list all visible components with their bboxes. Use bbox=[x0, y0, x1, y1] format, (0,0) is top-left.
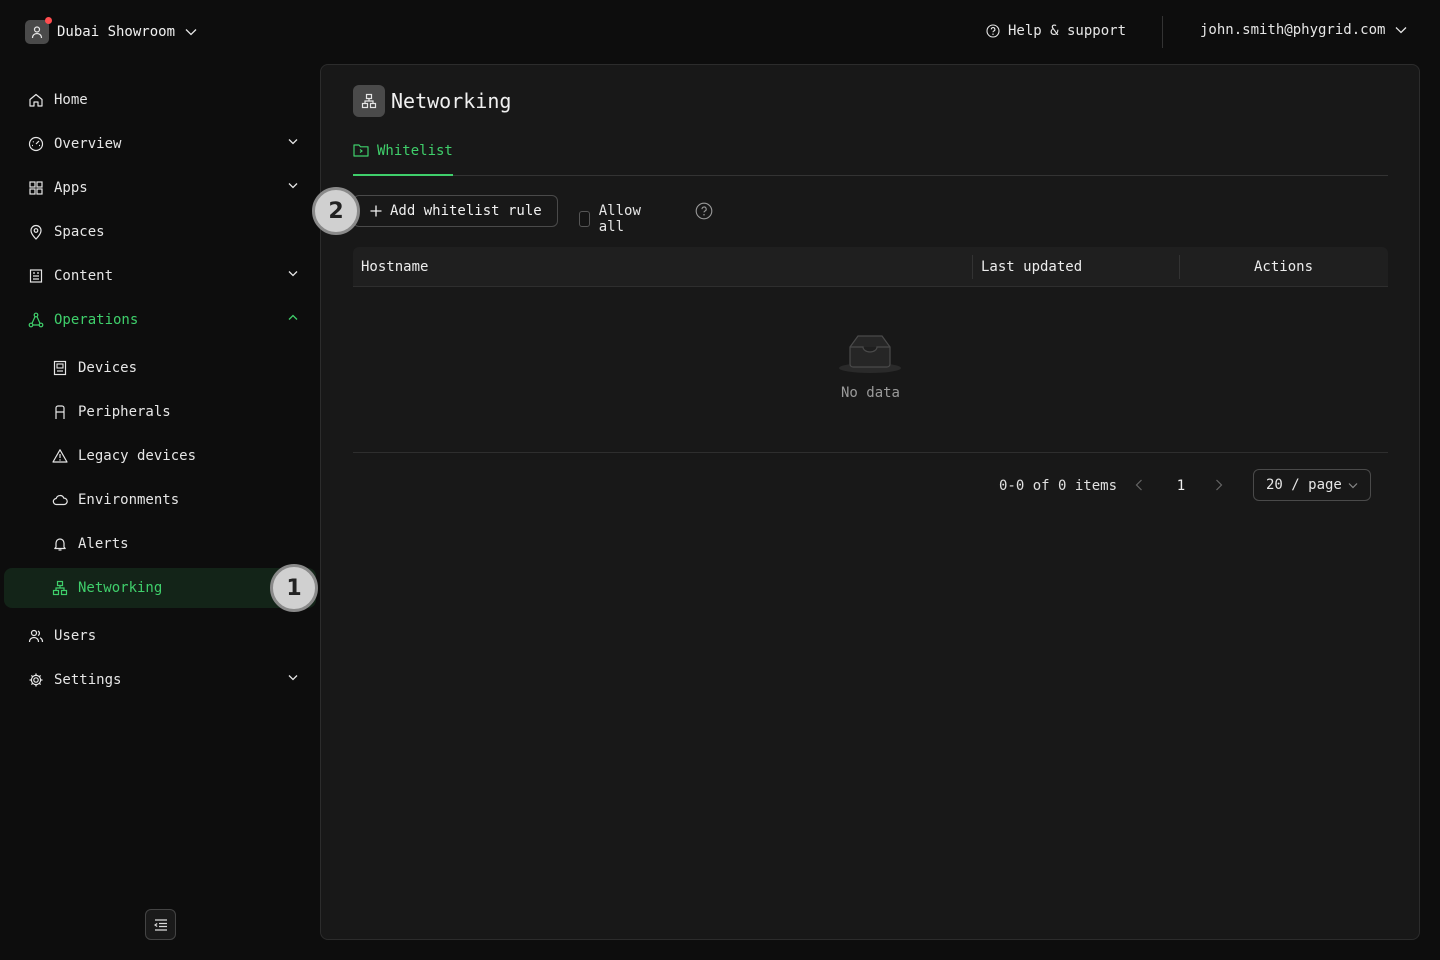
gear-icon bbox=[29, 673, 43, 687]
help-support-link[interactable]: Help & support bbox=[986, 23, 1126, 39]
column-divider bbox=[972, 255, 973, 279]
org-name: Dubai Showroom bbox=[57, 24, 176, 40]
sidebar-item-label: Networking bbox=[78, 580, 163, 596]
empty-state: No data bbox=[353, 287, 1388, 453]
page-header: Networking bbox=[353, 85, 511, 117]
page-size-select[interactable]: 20 / page bbox=[1253, 469, 1371, 501]
sidebar-item-environments[interactable]: Environments bbox=[4, 480, 316, 520]
folder-icon bbox=[353, 144, 369, 157]
empty-text: No data bbox=[840, 385, 900, 401]
empty-inbox-icon bbox=[839, 335, 901, 373]
column-header-last-updated[interactable]: Last updated bbox=[981, 259, 1082, 275]
chevron-up-icon bbox=[288, 314, 298, 320]
main-panel: Networking Whitelist Add whitelist rule … bbox=[320, 64, 1420, 940]
sidebar-item-peripherals[interactable]: Peripherals bbox=[4, 392, 316, 432]
apps-grid-icon bbox=[29, 181, 43, 195]
sidebar-item-overview[interactable]: Overview bbox=[4, 124, 316, 164]
add-whitelist-rule-button[interactable]: Add whitelist rule bbox=[353, 195, 558, 227]
step-marker-1: 1 bbox=[270, 564, 318, 612]
sidebar-item-label: Users bbox=[54, 628, 97, 644]
user-email: john.smith@phygrid.com bbox=[1200, 22, 1386, 38]
add-button-label: Add whitelist rule bbox=[390, 203, 542, 219]
collapse-menu-icon bbox=[153, 918, 167, 931]
checkbox-box[interactable] bbox=[579, 211, 590, 227]
tab-whitelist[interactable]: Whitelist bbox=[353, 135, 453, 176]
sidebar-item-settings[interactable]: Settings bbox=[4, 660, 316, 700]
sidebar: Home Overview Apps Spaces Content Operat… bbox=[0, 64, 320, 960]
help-label: Help & support bbox=[1008, 23, 1127, 39]
page-title: Networking bbox=[391, 89, 512, 113]
chevron-down-icon bbox=[185, 29, 197, 36]
plus-icon bbox=[370, 205, 382, 217]
sidebar-item-label: Environments bbox=[78, 492, 180, 508]
sidebar-item-label: Apps bbox=[54, 180, 88, 196]
sidebar-item-apps[interactable]: Apps bbox=[4, 168, 316, 208]
sidebar-item-label: Devices bbox=[78, 360, 138, 376]
sidebar-item-alerts[interactable]: Alerts bbox=[4, 524, 316, 564]
sidebar-item-operations[interactable]: Operations bbox=[4, 300, 316, 340]
tab-bar: Whitelist bbox=[353, 135, 1388, 176]
chevron-down-icon bbox=[288, 675, 298, 681]
chevron-down-icon bbox=[1395, 27, 1407, 34]
sidebar-item-content[interactable]: Content bbox=[4, 256, 316, 296]
sidebar-item-label: Settings bbox=[54, 672, 122, 688]
chevron-down-icon bbox=[288, 139, 298, 145]
sidebar-item-label: Legacy devices bbox=[78, 448, 197, 464]
org-switcher[interactable]: Dubai Showroom bbox=[25, 17, 197, 45]
sidebar-item-label: Overview bbox=[54, 136, 122, 152]
content-icon bbox=[29, 269, 43, 283]
question-circle-icon[interactable] bbox=[695, 202, 713, 220]
page-size-value: 20 / page bbox=[1266, 477, 1342, 493]
sidebar-item-label: Alerts bbox=[78, 536, 129, 552]
warning-icon bbox=[52, 449, 68, 463]
dashboard-icon bbox=[28, 136, 44, 152]
page-number[interactable]: 1 bbox=[1171, 469, 1191, 503]
notification-dot bbox=[45, 17, 52, 24]
pagination-summary: 0-0 of 0 items bbox=[999, 478, 1118, 494]
user-icon bbox=[31, 26, 43, 39]
network-icon bbox=[52, 580, 68, 596]
chevron-left-icon[interactable] bbox=[1135, 479, 1143, 491]
cloud-icon bbox=[52, 494, 68, 506]
column-header-actions: Actions bbox=[1254, 259, 1314, 275]
column-divider bbox=[1179, 255, 1180, 279]
bell-icon bbox=[54, 538, 66, 551]
tab-label: Whitelist bbox=[377, 143, 453, 159]
table-header: Hostname Last updated Actions bbox=[353, 247, 1388, 287]
top-bar: Dubai Showroom Help & support john.smith… bbox=[0, 0, 1440, 64]
sidebar-item-users[interactable]: Users bbox=[4, 616, 316, 656]
chevron-down-icon bbox=[288, 183, 298, 189]
column-header-hostname[interactable]: Hostname bbox=[361, 259, 428, 275]
sidebar-item-label: Spaces bbox=[54, 224, 105, 240]
allow-all-label: Allow all bbox=[598, 203, 641, 235]
sidebar-item-spaces[interactable]: Spaces bbox=[4, 212, 316, 252]
location-pin-icon bbox=[30, 224, 42, 240]
chevron-right-icon[interactable] bbox=[1215, 479, 1223, 491]
sidebar-item-label: Content bbox=[54, 268, 114, 284]
sidebar-item-label: Operations bbox=[54, 312, 139, 328]
org-avatar bbox=[25, 17, 52, 44]
home-icon bbox=[29, 93, 43, 107]
network-icon bbox=[353, 85, 385, 117]
operations-icon bbox=[28, 312, 44, 328]
chevron-down-icon bbox=[1348, 482, 1358, 488]
chevron-down-icon bbox=[288, 271, 298, 277]
collapse-sidebar-button[interactable] bbox=[145, 909, 176, 940]
sidebar-item-label: Peripherals bbox=[78, 404, 171, 420]
allow-all-checkbox[interactable]: Allow all bbox=[579, 203, 646, 235]
step-marker-2: 2 bbox=[312, 187, 360, 235]
users-icon bbox=[28, 629, 44, 643]
device-icon bbox=[53, 360, 67, 376]
sidebar-item-home[interactable]: Home bbox=[4, 80, 316, 120]
pagination: 0-0 of 0 items 1 20 / page bbox=[353, 469, 1388, 503]
sidebar-item-devices[interactable]: Devices bbox=[4, 348, 316, 388]
sidebar-item-label: Home bbox=[54, 92, 88, 108]
sidebar-item-legacy-devices[interactable]: Legacy devices bbox=[4, 436, 316, 476]
user-menu[interactable]: john.smith@phygrid.com bbox=[1200, 22, 1407, 38]
question-circle-icon bbox=[986, 24, 1000, 38]
peripheral-icon bbox=[55, 405, 65, 419]
whitelist-table: Hostname Last updated Actions No data bbox=[353, 247, 1388, 453]
divider bbox=[1162, 16, 1163, 48]
